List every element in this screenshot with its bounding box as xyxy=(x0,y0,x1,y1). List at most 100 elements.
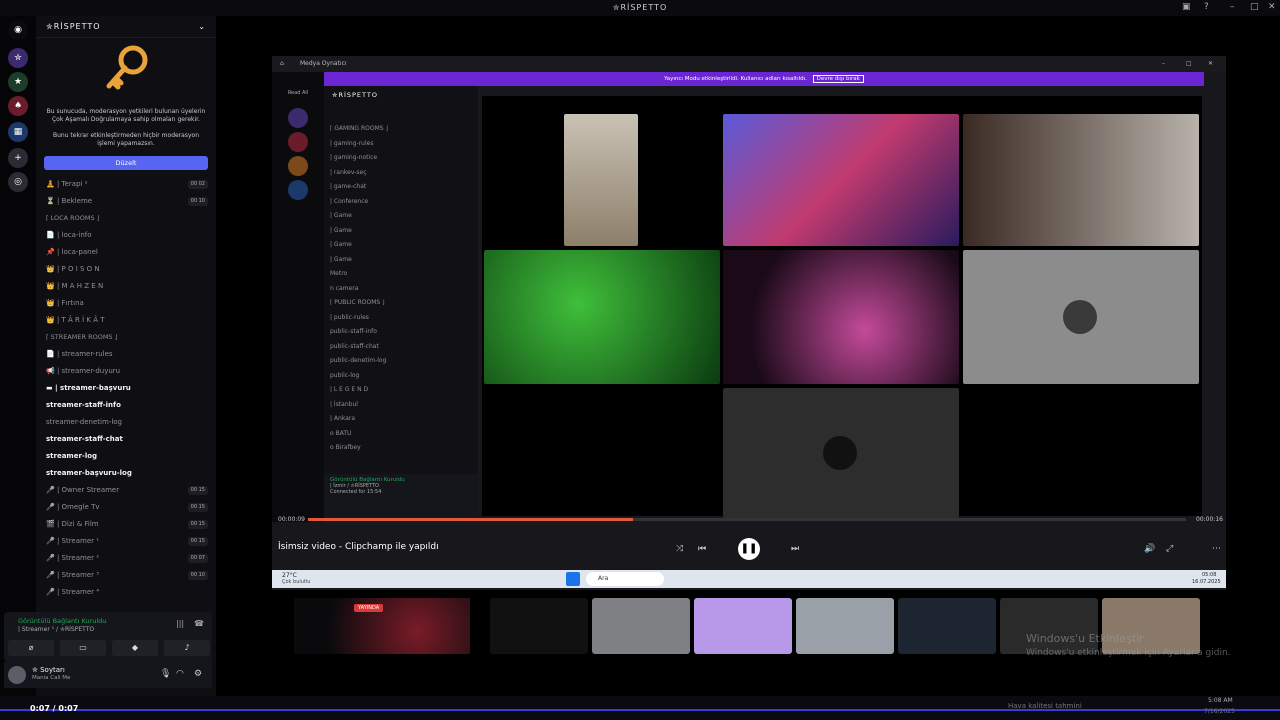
channel-item[interactable]: ⏳ | Bekleme 00 10 xyxy=(36,193,216,210)
volume-icon[interactable]: 🔊 xyxy=(1144,544,1155,554)
disconnect-icon[interactable]: ☎ xyxy=(194,619,204,628)
inner-channel-item[interactable]: | public-rules xyxy=(324,311,478,326)
server-icon[interactable]: ♠ xyxy=(8,96,28,116)
server-icon[interactable] xyxy=(288,132,308,152)
camera-off-button[interactable]: ⌀ xyxy=(8,640,54,656)
discord-home-icon[interactable]: ◉ xyxy=(8,20,28,40)
inner-channel-item[interactable]: public-log xyxy=(324,369,478,384)
inner-channel-item[interactable]: Metro xyxy=(324,267,478,282)
channel-item[interactable]: 👑 | P O I S O N xyxy=(36,261,216,278)
channel-item[interactable]: 👑 | Fırtına xyxy=(36,295,216,312)
category-header[interactable]: ⌈ STREAMER ROOMS ⌋ xyxy=(36,329,216,346)
server-header[interactable]: ✮RİSPETTO ⌄ xyxy=(36,16,216,38)
help-icon[interactable]: ? xyxy=(1204,2,1209,12)
inner-channel-item[interactable]: | Game xyxy=(324,238,478,253)
inner-channel-item[interactable]: ⌈ PUBLIC ROOMS ⌋ xyxy=(324,296,478,311)
channel-item[interactable]: 👑 | M A H Z E N xyxy=(36,278,216,295)
video-tile[interactable] xyxy=(963,250,1199,384)
server-icon[interactable] xyxy=(288,180,308,200)
inner-channel-item[interactable]: public-denetim-log xyxy=(324,354,478,369)
more-icon[interactable]: ⋯ xyxy=(1212,544,1221,554)
close-button[interactable]: ✕ xyxy=(1268,2,1276,12)
inbox-icon[interactable]: ▣ xyxy=(1182,2,1191,12)
minimize-button[interactable]: – xyxy=(1162,56,1165,72)
channel-item[interactable]: ▬ | streamer-başvuru xyxy=(36,380,216,397)
stream-preview[interactable]: YAYINDA xyxy=(294,598,470,654)
video-tile[interactable] xyxy=(564,114,638,246)
server-folder-icon[interactable]: ▦ xyxy=(8,122,28,142)
channel-item[interactable]: 🎤 | Streamer ² 00 07 xyxy=(36,550,216,567)
next-icon[interactable]: ⏭ xyxy=(791,544,799,554)
channel-item[interactable]: 🎤 | Streamer ⁴ xyxy=(36,584,216,601)
read-all-label[interactable]: Read All xyxy=(272,90,324,96)
maximize-button[interactable]: □ xyxy=(1186,56,1192,72)
channel-item[interactable]: 👑 | T Â R İ K Â T xyxy=(36,312,216,329)
category-header[interactable]: ⌈ LOCA ROOMS ⌋ xyxy=(36,210,216,227)
video-progress-bar[interactable] xyxy=(308,518,1186,521)
channel-item[interactable]: 🎤 | Streamer ¹ 00 15 xyxy=(36,533,216,550)
channel-item[interactable]: streamer-başvuru-log xyxy=(36,465,216,482)
inner-channel-item[interactable]: | Conference xyxy=(324,195,478,210)
channel-item[interactable]: 🎤 | Streamer ³ 00 10 xyxy=(36,567,216,584)
inner-channel-item[interactable]: public-staff-info xyxy=(324,325,478,340)
close-button[interactable]: ✕ xyxy=(1208,56,1213,72)
inner-channel-item[interactable]: o BATU xyxy=(324,427,478,442)
avatar[interactable] xyxy=(8,666,26,684)
server-icon[interactable] xyxy=(288,108,308,128)
channel-item[interactable]: 📄 | loca-info xyxy=(36,227,216,244)
maximize-button[interactable]: □ xyxy=(1250,2,1259,12)
soundboard-button[interactable]: ♪ xyxy=(164,640,210,656)
inner-channel-item[interactable]: ⌈ GAMING ROOMS ⌋ xyxy=(324,122,478,137)
shuffle-icon[interactable]: ⤨ xyxy=(676,544,683,554)
inner-server-name[interactable]: ✮RİSPETTO xyxy=(324,86,478,104)
signal-icon[interactable]: ||| xyxy=(176,619,184,628)
channel-item[interactable]: streamer-staff-info xyxy=(36,397,216,414)
previous-icon[interactable]: ⏮ xyxy=(698,544,706,554)
video-tile[interactable] xyxy=(723,388,959,518)
video-tile[interactable] xyxy=(484,250,720,384)
inner-channel-item[interactable]: | rankev-seç xyxy=(324,166,478,181)
minimize-button[interactable]: – xyxy=(1230,2,1235,12)
channel-item[interactable]: 🎤 | Omegle Tv 00 15 xyxy=(36,499,216,516)
inner-channel-item[interactable]: | Game xyxy=(324,209,478,224)
inner-channel-item[interactable]: | gaming-notice xyxy=(324,151,478,166)
windows-start-icon[interactable] xyxy=(566,572,580,586)
inner-channel-item[interactable]: | Game xyxy=(324,253,478,268)
inner-channel-item[interactable]: public-staff-chat xyxy=(324,340,478,355)
activity-button[interactable]: ◆ xyxy=(112,640,158,656)
channel-item[interactable]: 📄 | streamer-rules xyxy=(36,346,216,363)
fix-button[interactable]: Düzelt xyxy=(44,156,208,170)
add-server-icon[interactable]: + xyxy=(8,148,28,168)
inner-channel-item[interactable]: o Birafbey xyxy=(324,441,478,456)
channel-item[interactable]: streamer-staff-chat xyxy=(36,431,216,448)
inner-channel-item[interactable]: n camera xyxy=(324,282,478,297)
participant-tile[interactable] xyxy=(490,598,588,654)
inner-channel-item[interactable]: | Game xyxy=(324,224,478,239)
inner-channel-item[interactable]: | L E G E N D xyxy=(324,383,478,398)
taskbar-search[interactable]: Ara xyxy=(586,572,664,586)
video-tile[interactable] xyxy=(723,250,959,384)
video-tile[interactable] xyxy=(723,114,959,246)
explore-icon[interactable]: ◎ xyxy=(8,172,28,192)
channel-item[interactable]: 📌 | loca-panel xyxy=(36,244,216,261)
participant-tile[interactable] xyxy=(796,598,894,654)
bottom-progress[interactable] xyxy=(0,709,1280,711)
participant-tile[interactable] xyxy=(898,598,996,654)
participant-tile[interactable] xyxy=(592,598,690,654)
disable-button[interactable]: Devre dışı bırak xyxy=(812,75,864,83)
video-tile[interactable] xyxy=(963,114,1199,246)
home-icon[interactable]: ⌂ xyxy=(280,56,284,72)
inner-channel-item[interactable]: | gaming-rules xyxy=(324,137,478,152)
channel-item[interactable]: 📢 | streamer-duyuru xyxy=(36,363,216,380)
inner-channel-item[interactable]: | game-chat xyxy=(324,180,478,195)
channel-item[interactable]: streamer-denetim-log xyxy=(36,414,216,431)
server-icon[interactable]: ✮ xyxy=(8,48,28,68)
screen-share-button[interactable]: ▭ xyxy=(60,640,106,656)
fullscreen-icon[interactable]: ⤢ xyxy=(1166,544,1173,554)
channel-item[interactable]: streamer-log xyxy=(36,448,216,465)
server-icon[interactable] xyxy=(288,156,308,176)
headset-icon[interactable]: ◠ xyxy=(176,669,184,679)
pause-button[interactable]: ❚❚ xyxy=(738,538,760,560)
mic-icon[interactable]: 🎙 xyxy=(160,669,171,679)
inner-channel-item[interactable]: | Ankara xyxy=(324,412,478,427)
